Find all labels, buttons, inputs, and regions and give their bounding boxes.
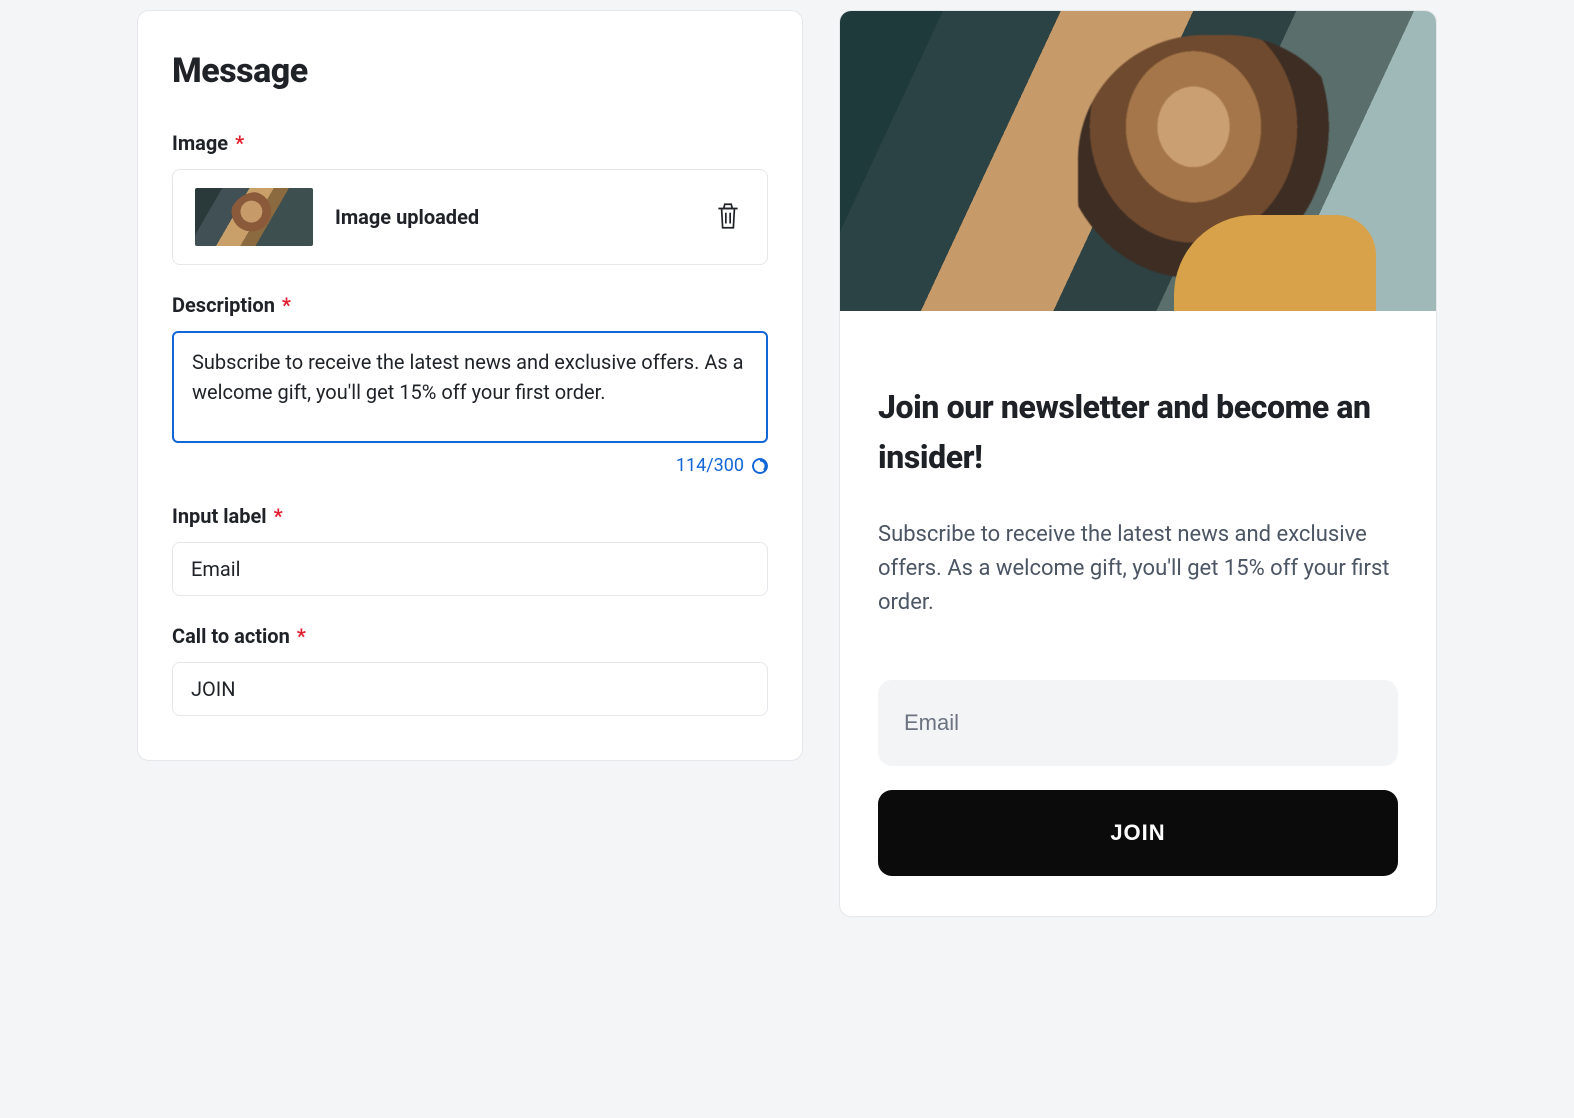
cta-input[interactable] <box>172 662 768 716</box>
image-upload-row: Image uploaded <box>172 169 768 265</box>
image-label-text: Image <box>172 131 228 155</box>
cta-label-text: Call to action <box>172 624 290 648</box>
preview-join-button[interactable]: JOIN <box>878 790 1398 876</box>
description-input[interactable] <box>172 331 768 443</box>
image-field: Image * Image uploaded <box>172 131 768 265</box>
input-label-input[interactable] <box>172 542 768 596</box>
delete-image-button[interactable] <box>711 197 745 238</box>
description-counter-row: 114/300 <box>172 455 768 476</box>
image-thumbnail[interactable] <box>195 188 313 246</box>
image-status-text: Image uploaded <box>335 205 689 229</box>
input-label-field: Input label * <box>172 504 768 596</box>
layout: Message Image * Image uploaded Descripti… <box>137 10 1437 917</box>
required-mark: * <box>235 131 244 155</box>
preview-headline: Join our newsletter and become an inside… <box>878 383 1398 482</box>
required-mark: * <box>274 504 283 528</box>
required-mark: * <box>297 624 306 648</box>
description-label: Description * <box>172 293 768 317</box>
description-field: Description * 114/300 <box>172 293 768 476</box>
description-label-text: Description <box>172 293 275 317</box>
required-mark: * <box>282 293 291 317</box>
preview-panel: Join our newsletter and become an inside… <box>839 10 1437 917</box>
preview-hero-image <box>840 11 1436 311</box>
progress-ring-icon <box>752 458 768 474</box>
input-label-label-text: Input label <box>172 504 267 528</box>
input-label-label: Input label * <box>172 504 768 528</box>
preview-email-input[interactable] <box>878 680 1398 766</box>
image-label: Image * <box>172 131 768 155</box>
description-counter: 114/300 <box>676 455 744 476</box>
trash-icon <box>715 201 741 231</box>
message-editor-panel: Message Image * Image uploaded Descripti… <box>137 10 803 761</box>
cta-field: Call to action * <box>172 624 768 716</box>
preview-body: Join our newsletter and become an inside… <box>840 311 1436 916</box>
cta-label: Call to action * <box>172 624 768 648</box>
section-title: Message <box>172 51 768 91</box>
preview-description: Subscribe to receive the latest news and… <box>878 518 1398 620</box>
